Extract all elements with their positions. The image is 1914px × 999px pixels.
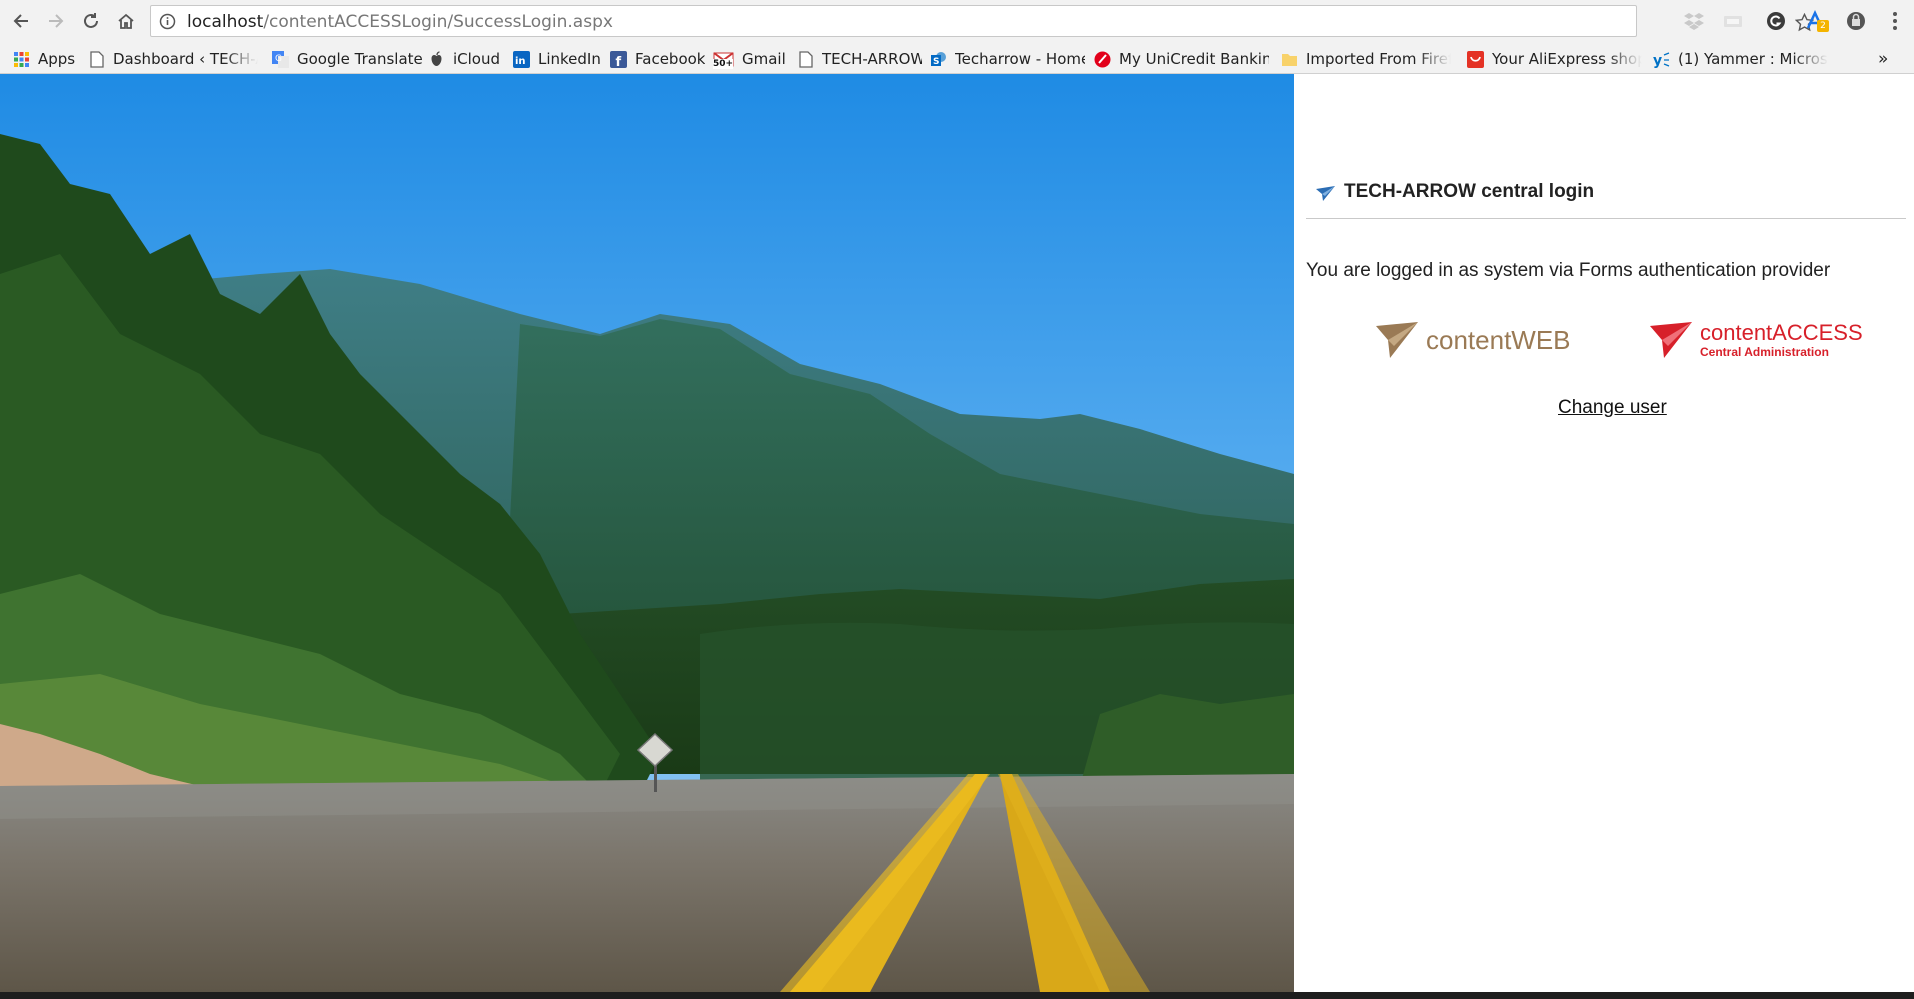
url-host: localhost xyxy=(187,12,264,32)
back-button[interactable] xyxy=(9,9,33,33)
bookmark-label: Dashboard ‹ TECH-AR xyxy=(113,50,258,68)
login-header: TECH-ARROW central login xyxy=(1306,179,1906,219)
menu-kebab-icon[interactable] xyxy=(1884,10,1906,32)
facebook-icon: f xyxy=(610,50,627,68)
reload-icon xyxy=(84,13,98,28)
bookmark-yammer[interactable]: y (1) Yammer : Microsof xyxy=(1653,47,1828,71)
gmail-icon: 50+ xyxy=(713,51,734,69)
back-arrow-icon xyxy=(13,14,28,28)
forward-button[interactable] xyxy=(44,9,68,33)
login-status-message: You are logged in as system via Forms au… xyxy=(1306,260,1831,281)
folder-icon xyxy=(1281,51,1298,68)
grammarly-extension-icon[interactable] xyxy=(1765,10,1787,32)
contentweb-logo-icon xyxy=(1376,322,1418,358)
forward-arrow-icon xyxy=(49,14,64,28)
bookmark-label: iCloud xyxy=(453,50,501,68)
lock-extension-icon[interactable] xyxy=(1845,10,1867,32)
bookmark-unicredit[interactable]: My UniCredit Banking xyxy=(1094,47,1269,71)
bookmarks-bar: Apps Dashboard ‹ TECH-AR G Google Transl… xyxy=(0,44,1914,74)
contentaccess-text: contentACCESS Central Administration xyxy=(1700,320,1863,359)
google-translate-icon: G xyxy=(272,50,289,68)
bookmark-label: Apps xyxy=(38,50,76,68)
translator-extension-icon[interactable]: 2 xyxy=(1805,10,1829,32)
contentweb-name: contentWEB xyxy=(1426,324,1571,355)
svg-text:in: in xyxy=(515,56,526,67)
sharepoint-icon: S xyxy=(930,51,947,68)
bookmark-label: Techarrow - Home xyxy=(955,50,1085,68)
yammer-icon: y xyxy=(1653,51,1670,68)
reload-button[interactable] xyxy=(79,9,103,33)
landscape-background-image xyxy=(0,74,1294,992)
contentweb-link[interactable]: contentWEB xyxy=(1374,315,1571,365)
bookmarks-overflow-button[interactable]: » xyxy=(1878,47,1898,71)
bookmark-label: Facebook xyxy=(635,50,705,68)
bookmark-imported-firefox[interactable]: Imported From Firefo xyxy=(1281,47,1451,71)
contentaccess-subtitle: Central Administration xyxy=(1700,345,1829,359)
url-path: /contentACCESSLogin/SuccessLogin.aspx xyxy=(263,12,613,32)
taskbar-edge xyxy=(0,992,1914,999)
address-bar[interactable]: localhost/contentACCESSLogin/SuccessLogi… xyxy=(150,5,1814,37)
apple-icon xyxy=(428,50,445,68)
bookmark-google-translate[interactable]: G Google Translate xyxy=(272,47,422,71)
bookmark-label: Your AliExpress shopp xyxy=(1492,50,1642,68)
page-icon xyxy=(88,50,105,68)
home-icon xyxy=(118,13,134,29)
bookmark-aliexpress[interactable]: Your AliExpress shopp xyxy=(1467,47,1642,71)
bookmark-linkedin[interactable]: in LinkedIn xyxy=(513,47,603,71)
tech-arrow-logo-icon xyxy=(1316,186,1335,201)
linkedin-icon: in xyxy=(513,50,530,68)
dropbox-extension-icon[interactable] xyxy=(1683,10,1705,32)
bookmark-label: My UniCredit Banking xyxy=(1119,50,1269,68)
bookmark-gmail[interactable]: 50+ Gmail xyxy=(713,47,793,71)
bookmark-label: Imported From Firefo xyxy=(1306,50,1451,68)
bookmark-facebook[interactable]: f Facebook xyxy=(610,47,705,71)
mountain-road-photo xyxy=(0,74,1294,992)
browser-toolbar: localhost/contentACCESSLogin/SuccessLogi… xyxy=(0,0,1914,44)
info-icon[interactable] xyxy=(159,13,176,30)
bookmark-apps[interactable]: Apps xyxy=(13,47,83,71)
change-user-link[interactable]: Change user xyxy=(1558,397,1667,419)
page-content: TECH-ARROW central login You are logged … xyxy=(0,74,1914,992)
svg-text:f: f xyxy=(616,55,622,68)
svg-text:G: G xyxy=(275,54,282,64)
aliexpress-icon xyxy=(1467,50,1484,68)
svg-text:S: S xyxy=(933,57,939,67)
bookmark-dashboard[interactable]: Dashboard ‹ TECH-AR xyxy=(88,47,258,71)
url-text: localhost/contentACCESSLogin/SuccessLogi… xyxy=(187,12,613,32)
svg-text:y: y xyxy=(1653,53,1662,68)
bookmark-label: Gmail xyxy=(742,50,786,68)
bookmark-label: TECH-ARROW xyxy=(822,50,922,68)
bookmark-label: Google Translate xyxy=(297,50,422,68)
page-title: TECH-ARROW central login xyxy=(1344,181,1595,202)
unicredit-icon xyxy=(1094,51,1111,68)
page-icon xyxy=(797,50,814,68)
extension-badge: 2 xyxy=(1817,20,1829,32)
login-panel: TECH-ARROW central login You are logged … xyxy=(1294,74,1914,992)
apps-grid-icon xyxy=(13,51,30,68)
contentaccess-logo-icon xyxy=(1650,322,1692,358)
bookmark-label: LinkedIn xyxy=(538,50,601,68)
home-button[interactable] xyxy=(114,9,138,33)
bookmark-label: (1) Yammer : Microsof xyxy=(1678,50,1828,68)
contentaccess-link[interactable]: contentACCESS Central Administration xyxy=(1648,315,1863,365)
browser-chrome: localhost/contentACCESSLogin/SuccessLogi… xyxy=(0,0,1914,74)
contentaccess-name: contentACCESS xyxy=(1700,320,1863,345)
gmail-badge: 50+ xyxy=(713,58,734,69)
bookmark-techarrow-home[interactable]: S Techarrow - Home xyxy=(930,47,1085,71)
bookmark-tech-arrow[interactable]: TECH-ARROW xyxy=(797,47,922,71)
cast-extension-icon[interactable] xyxy=(1722,10,1744,32)
bookmark-icloud[interactable]: iCloud xyxy=(428,47,508,71)
